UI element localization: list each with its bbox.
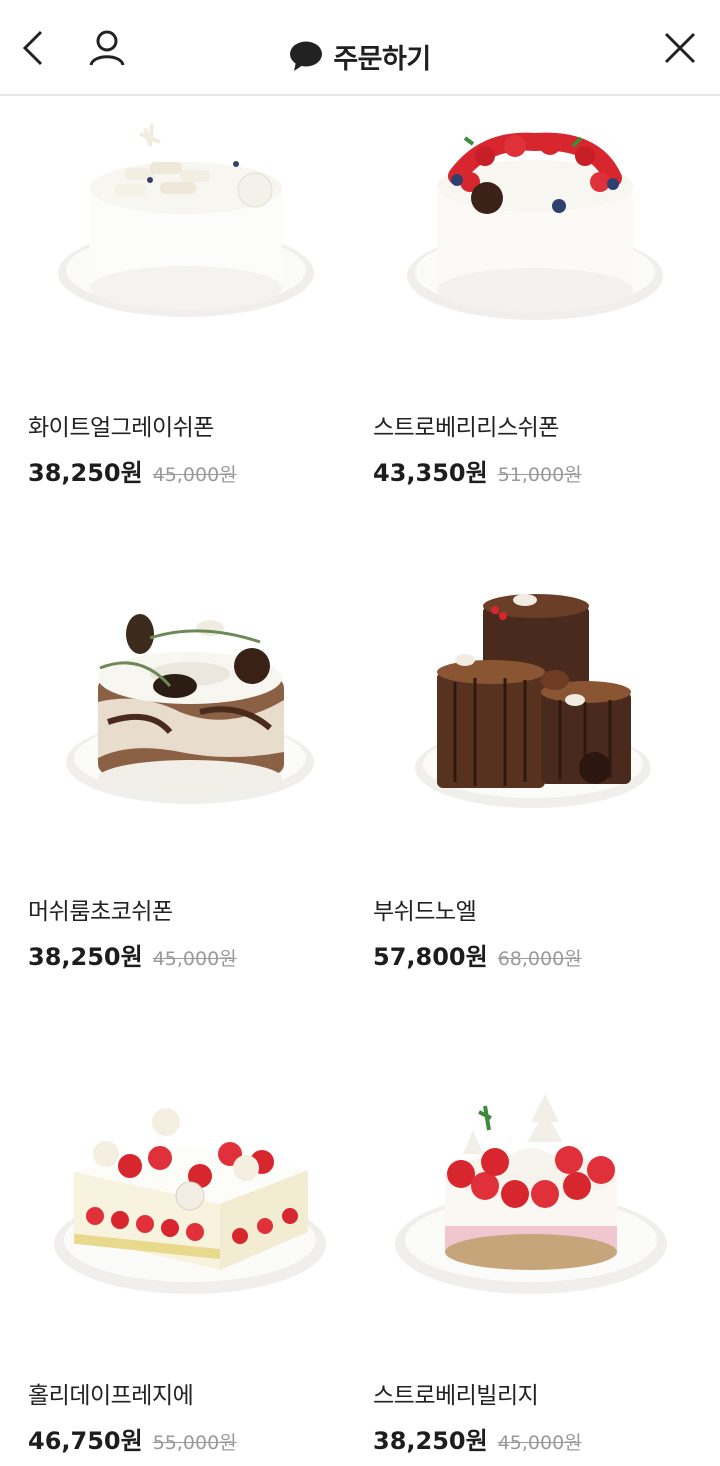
product-name[interactable]: 부쉬드노엘: [373, 892, 477, 926]
sale-price: 57,800원: [373, 943, 488, 971]
product-price: 38,250원 45,000원: [28, 453, 237, 488]
sale-price: 38,250원: [28, 943, 143, 971]
product-card[interactable]: 홀리데이프레지에 46,750원 55,000원: [0, 1066, 330, 1466]
original-price: 45,000원: [497, 1432, 582, 1454]
original-price: 55,000원: [152, 1432, 237, 1454]
product-name[interactable]: 머쉬룸초코쉬폰: [28, 892, 173, 926]
product-card[interactable]: 스트로베리리스쉬폰 43,350원 51,000원: [345, 98, 675, 498]
product-price: 57,800원 68,000원: [373, 937, 582, 972]
original-price: 45,000원: [152, 464, 237, 486]
close-icon: [664, 32, 696, 64]
product-card[interactable]: 스트로베리빌리지 38,250원 45,000원: [345, 1066, 675, 1466]
sale-price: 38,250원: [373, 1427, 488, 1455]
product-card[interactable]: 화이트얼그레이쉬폰 38,250원 45,000원: [0, 98, 330, 498]
original-price: 51,000원: [497, 464, 582, 486]
page-title-text: 주문하기: [333, 43, 431, 75]
original-price: 68,000원: [497, 948, 582, 970]
product-image: [58, 123, 314, 317]
product-name[interactable]: 홀리데이프레지에: [28, 1376, 194, 1410]
product-card[interactable]: 머쉬룸초코쉬폰 38,250원 45,000원: [0, 582, 330, 982]
product-image: [395, 1094, 667, 1294]
product-image: [407, 132, 663, 320]
sale-price: 43,350원: [373, 459, 488, 487]
product-price: 38,250원 45,000원: [28, 937, 237, 972]
sale-price: 38,250원: [28, 459, 143, 487]
page-title: 주문하기: [0, 36, 720, 76]
original-price: 45,000원: [152, 948, 237, 970]
product-card[interactable]: 부쉬드노엘 57,800원 68,000원: [345, 582, 675, 982]
product-image: [415, 594, 651, 808]
sale-price: 46,750원: [28, 1427, 143, 1455]
product-name[interactable]: 화이트얼그레이쉬폰: [28, 408, 214, 442]
product-price: 46,750원 55,000원: [28, 1421, 237, 1456]
close-button[interactable]: [656, 24, 704, 72]
product-price: 38,250원 45,000원: [373, 1421, 582, 1456]
chat-bubble-icon: [290, 41, 323, 71]
product-name[interactable]: 스트로베리빌리지: [373, 1376, 539, 1410]
product-name[interactable]: 스트로베리리스쉬폰: [373, 408, 559, 442]
app-header: 주문하기: [0, 0, 720, 96]
product-image: [54, 1108, 326, 1294]
product-image: [66, 614, 314, 804]
product-price: 43,350원 51,000원: [373, 453, 582, 488]
